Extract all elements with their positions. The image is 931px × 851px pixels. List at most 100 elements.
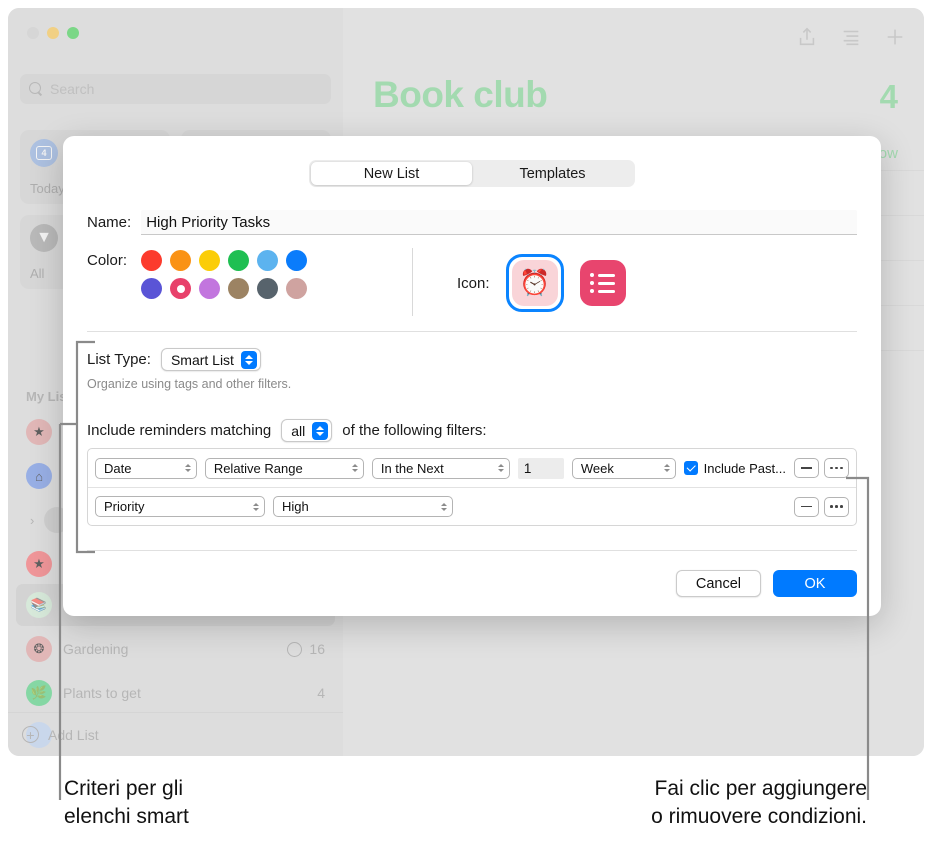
callout-left: Criteri per gli elenchi smart: [64, 775, 189, 830]
filter-operator-value: Relative Range: [213, 460, 303, 476]
filter-unit-value: Week: [580, 460, 614, 476]
ellipsis-icon: [830, 505, 843, 508]
home-icon: ⌂: [26, 463, 52, 489]
cancel-button[interactable]: Cancel: [675, 570, 761, 597]
color-swatch-purple[interactable]: [199, 278, 221, 299]
color-swatch-brown[interactable]: [228, 278, 250, 299]
row-buttons: [794, 458, 849, 478]
footer-divider: [87, 550, 857, 551]
list-view-icon[interactable]: [840, 26, 862, 48]
filter-operator-dropdown[interactable]: Relative Range: [204, 457, 364, 479]
icon-label: Icon:: [457, 274, 490, 292]
ok-button[interactable]: OK: [773, 570, 857, 597]
name-row: Name:: [87, 210, 857, 235]
chevron-updown-icon: [497, 464, 504, 472]
chevron-updown-icon: [253, 502, 259, 511]
filter-operator-value: High: [282, 499, 309, 514]
dialog-actions: Cancel OK: [675, 570, 857, 597]
filter-row: Priority High: [88, 487, 856, 525]
color-label: Color:: [87, 252, 128, 269]
page-title: Book club: [373, 74, 548, 115]
section-divider: [87, 331, 857, 332]
smart-card-label: All: [30, 266, 45, 281]
color-swatch-pink-selected[interactable]: [170, 278, 192, 299]
filters-list: Date Relative Range In the Next Week: [87, 448, 857, 526]
share-icon[interactable]: [796, 26, 818, 48]
add-list-label: Add List: [48, 726, 99, 743]
color-swatch-blue[interactable]: [286, 250, 308, 271]
filter-operator-dropdown[interactable]: High: [273, 496, 453, 517]
chevron-updown-icon: [663, 464, 670, 472]
add-list-button[interactable]: + Add List: [8, 712, 343, 756]
list-item-gardening[interactable]: ❂ Gardening 16: [16, 628, 335, 670]
pin-icon: ★: [26, 419, 52, 445]
include-past-checkbox[interactable]: Include Past...: [683, 460, 786, 476]
chevron-updown-icon: [441, 502, 447, 511]
remove-condition-button[interactable]: [794, 496, 819, 517]
color-swatch-slate[interactable]: [257, 278, 279, 299]
list-name: Plants to get: [63, 685, 141, 701]
filter-field-dropdown[interactable]: Date: [95, 457, 197, 479]
chevron-updown-icon: [312, 421, 329, 440]
tray-icon: ▼: [30, 224, 58, 252]
tab-new-list[interactable]: New List: [311, 162, 472, 185]
icon-picker: Icon: ⏰: [457, 254, 626, 312]
list-type-row: List Type: Smart List: [87, 348, 261, 371]
row-buttons: [794, 496, 849, 517]
dialog-tabs: New List Templates: [309, 160, 635, 187]
list-count: 16: [309, 641, 325, 657]
callout-left-line2: elenchi smart: [64, 804, 189, 828]
match-type-dropdown[interactable]: all: [281, 419, 333, 442]
list-item-plants[interactable]: 🌿 Plants to get 4: [16, 672, 335, 714]
chevron-right-icon[interactable]: ›: [30, 513, 34, 528]
more-options-button[interactable]: [824, 458, 849, 478]
icon-option-bullet-list[interactable]: [579, 260, 626, 306]
color-swatch-yellow[interactable]: [199, 250, 221, 271]
bullet-list-icon: [590, 273, 616, 293]
color-swatch-lightblue[interactable]: [257, 250, 279, 271]
filter-relation-value: In the Next: [380, 460, 444, 476]
filter-field-value: Date: [104, 460, 132, 476]
list-name: Gardening: [63, 641, 129, 657]
minimize-button[interactable]: [47, 27, 59, 39]
remove-condition-button[interactable]: [794, 458, 819, 478]
color-swatch-red[interactable]: [141, 250, 163, 271]
more-options-button[interactable]: [824, 496, 849, 517]
callout-right: Fai clic per aggiungere o rimuovere cond…: [651, 775, 867, 830]
match-row: Include reminders matching all of the fo…: [87, 419, 487, 442]
filter-unit-dropdown[interactable]: Week: [571, 457, 676, 479]
color-swatch-indigo[interactable]: [141, 278, 163, 299]
search-icon: [29, 82, 43, 96]
calendar-icon: 4: [30, 139, 58, 167]
new-list-dialog: New List Templates Name: Color:: [63, 136, 881, 616]
shared-icon: [287, 641, 303, 657]
smart-card-label: Today: [30, 181, 65, 196]
ellipsis-icon: [830, 466, 843, 470]
color-swatch-orange[interactable]: [170, 250, 192, 271]
alarm-clock-icon: ⏰: [511, 260, 558, 306]
filter-field-dropdown[interactable]: Priority: [95, 496, 265, 517]
icon-option-alarm-clock-selected[interactable]: ⏰: [505, 254, 564, 312]
add-icon[interactable]: [884, 26, 906, 48]
name-label: Name:: [87, 214, 132, 231]
plus-icon: +: [22, 726, 39, 743]
zoom-button[interactable]: [67, 27, 79, 39]
chevron-updown-icon: [240, 350, 257, 369]
close-button[interactable]: [27, 27, 39, 39]
screenshot-root: Search 4 Today 4 Scheduled ▼ All ✓: [0, 0, 931, 851]
list-name-input[interactable]: [141, 210, 857, 235]
leaf-icon: 🌿: [26, 680, 52, 706]
search-field[interactable]: Search: [20, 74, 331, 104]
color-swatch-rose[interactable]: [286, 278, 308, 299]
star-icon: ★: [26, 551, 52, 577]
color-swatch-green[interactable]: [228, 250, 250, 271]
search-placeholder: Search: [50, 81, 95, 97]
tab-templates[interactable]: Templates: [472, 162, 633, 185]
match-type-value: all: [291, 422, 306, 439]
checkbox-label: Include Past...: [703, 460, 786, 476]
callout-left-line1: Criteri per gli: [64, 777, 184, 800]
list-type-hint: Organize using tags and other filters.: [87, 377, 292, 391]
list-type-dropdown[interactable]: Smart List: [160, 348, 261, 371]
filter-relation-dropdown[interactable]: In the Next: [371, 457, 510, 479]
filter-amount-input[interactable]: [517, 457, 564, 479]
